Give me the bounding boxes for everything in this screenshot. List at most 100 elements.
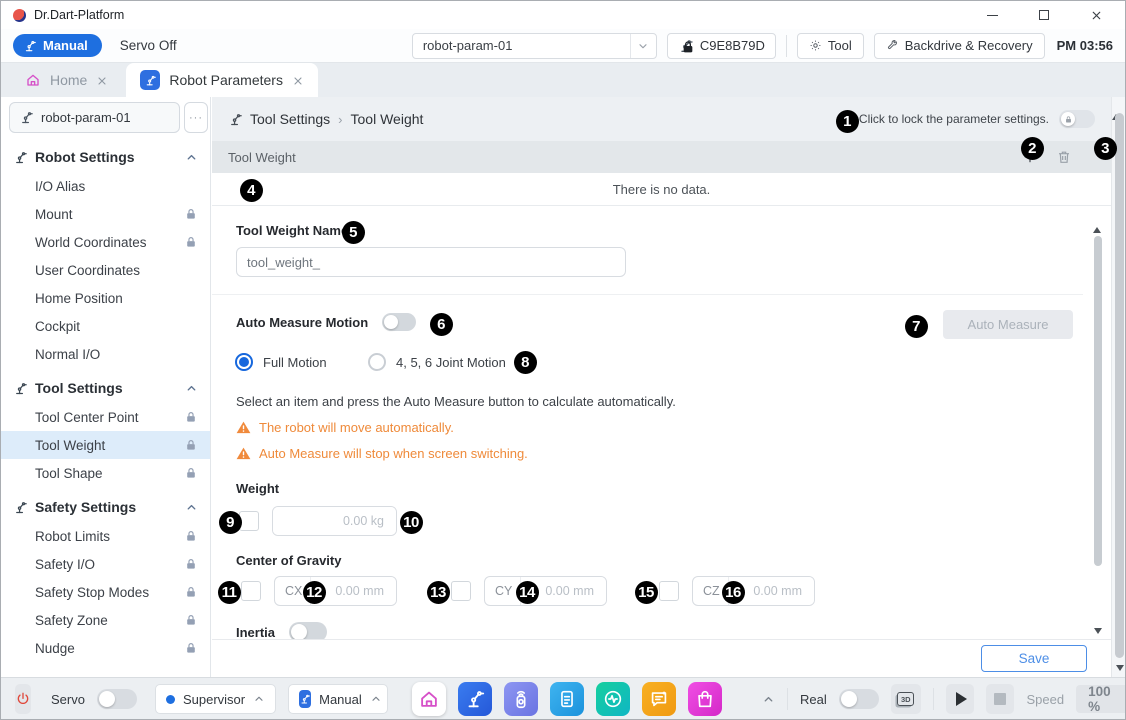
warning-text-1: The robot will move automatically.	[259, 420, 454, 435]
chevron-down-icon	[630, 34, 656, 58]
speed-value[interactable]: 100 %	[1076, 685, 1126, 713]
sidebar-item-cockpit[interactable]: Cockpit	[1, 312, 210, 340]
form-scrollbar[interactable]	[1093, 210, 1103, 634]
sidebar-param-name[interactable]: robot-param-01	[9, 102, 180, 133]
annotation-badge-14: 14	[516, 581, 539, 604]
sidebar-item-user-coordinates[interactable]: User Coordinates	[1, 256, 210, 284]
sidebar-item-robot-limits[interactable]: Robot Limits	[1, 522, 210, 550]
lock-icon	[184, 438, 198, 452]
taskbar-app-store[interactable]	[688, 682, 722, 716]
sidebar-item-safety-io[interactable]: Safety I/O	[1, 550, 210, 578]
backdrive-recovery-button[interactable]: Backdrive & Recovery	[874, 33, 1045, 59]
sidebar-item-world-coordinates[interactable]: World Coordinates	[1, 228, 210, 256]
robot-id-badge[interactable]: C9E8B79D	[667, 33, 776, 59]
taskbar-app-robot-parameters[interactable]	[458, 682, 492, 716]
robot-icon	[23, 39, 37, 53]
auto-measure-motion-toggle[interactable]	[382, 313, 416, 331]
annotation-badge-1: 1	[836, 110, 859, 133]
weight-input[interactable]	[273, 507, 396, 535]
taskbar-app-home[interactable]	[412, 682, 446, 716]
role-status-dot	[166, 695, 175, 704]
tab-robot-parameters[interactable]: Robot Parameters	[126, 63, 318, 97]
scroll-down-arrow[interactable]	[1116, 665, 1124, 671]
play-button[interactable]	[946, 684, 974, 714]
taskbar-app-monitoring[interactable]	[596, 682, 630, 716]
sidebar-more-button[interactable]: ···	[184, 102, 208, 133]
robot-parameters-icon	[140, 70, 160, 90]
divider	[786, 35, 787, 57]
manual-mode-label: Manual	[43, 38, 88, 53]
sidebar-item-normal-io[interactable]: Normal I/O	[1, 340, 210, 368]
apps-expand-chevron-icon[interactable]	[762, 693, 775, 706]
annotation-badge-6: 6	[430, 313, 453, 336]
tool-weight-name-input[interactable]	[236, 247, 626, 277]
minimize-button[interactable]	[981, 6, 1003, 24]
role-select[interactable]: Supervisor	[155, 684, 276, 714]
sidebar-item-safety-stop-modes[interactable]: Safety Stop Modes	[1, 578, 210, 606]
breadcrumb-parent[interactable]: Tool Settings	[250, 111, 330, 127]
real-sim-toggle[interactable]	[839, 689, 879, 709]
tab-robot-parameters-close-icon[interactable]	[292, 74, 304, 86]
sidebar-item-nudge[interactable]: Nudge	[1, 634, 210, 662]
weight-checkbox[interactable]	[239, 511, 259, 531]
power-button[interactable]	[15, 684, 31, 714]
tab-home[interactable]: Home	[11, 63, 122, 97]
mode-select[interactable]: Manual	[288, 684, 388, 714]
parameter-lock-toggle[interactable]	[1059, 110, 1095, 128]
annotation-badge-15: 15	[635, 581, 658, 604]
lock-hint-text: Click to lock the parameter settings.	[829, 112, 1049, 126]
auto-measure-button[interactable]: Auto Measure	[943, 310, 1073, 339]
cz-checkbox[interactable]	[659, 581, 679, 601]
chevron-up-icon	[253, 693, 265, 705]
inertia-toggle[interactable]	[289, 622, 327, 639]
sidebar-item-home-position[interactable]: Home Position	[1, 284, 210, 312]
sidebar-item-mount[interactable]: Mount	[1, 200, 210, 228]
servo-toggle[interactable]	[97, 689, 137, 709]
parameter-select[interactable]: robot-param-01	[412, 33, 657, 59]
scrollbar-thumb[interactable]	[1094, 236, 1102, 566]
annotation-badge-16: 16	[722, 581, 745, 604]
scroll-up-arrow[interactable]	[1093, 210, 1101, 233]
taskbar-app-jog[interactable]	[504, 682, 538, 716]
cx-checkbox[interactable]	[241, 581, 261, 601]
radio-full-motion[interactable]	[235, 353, 253, 371]
annotation-badge-3: 3	[1094, 137, 1117, 160]
maximize-button[interactable]	[1033, 6, 1055, 24]
warning-text-2: Auto Measure will stop when screen switc…	[259, 446, 528, 461]
sidebar-section-tool-settings[interactable]: Tool Settings	[1, 373, 210, 403]
real-label: Real	[800, 692, 827, 707]
lock-icon	[184, 557, 198, 571]
annotation-badge-11: 11	[218, 581, 241, 604]
item-label: Safety Zone	[35, 613, 108, 628]
tab-strip: Home Robot Parameters	[1, 63, 1125, 97]
stop-button[interactable]	[986, 684, 1014, 714]
delete-tool-weight-button[interactable]	[1055, 148, 1073, 166]
taskbar: Servo Supervisor Manual Real 3D	[1, 677, 1125, 720]
sidebar-item-safety-zone[interactable]: Safety Zone	[1, 606, 210, 634]
taskbar-app-message[interactable]	[642, 682, 676, 716]
item-label: Safety I/O	[35, 557, 95, 572]
tab-home-close-icon[interactable]	[96, 74, 108, 86]
tool-button[interactable]: Tool	[797, 33, 864, 59]
save-button[interactable]: Save	[981, 645, 1087, 672]
scroll-down-arrow[interactable]	[1094, 628, 1102, 634]
sidebar-item-io-alias[interactable]: I/O Alias	[1, 172, 210, 200]
sidebar-item-tool-weight[interactable]: Tool Weight	[1, 431, 210, 459]
content-area: Tool Settings › Tool Weight Click to loc…	[212, 97, 1111, 677]
app-logo-icon	[13, 9, 26, 22]
sidebar-item-tool-center-point[interactable]: Tool Center Point	[1, 403, 210, 431]
3d-view-button[interactable]: 3D	[891, 684, 921, 714]
taskbar-app-document[interactable]	[550, 682, 584, 716]
cy-checkbox[interactable]	[451, 581, 471, 601]
radio-456-joint-motion[interactable]	[368, 353, 386, 371]
manual-mode-button[interactable]: Manual	[13, 34, 102, 57]
sidebar-item-tool-shape[interactable]: Tool Shape	[1, 459, 210, 487]
page-scrollbar[interactable]	[1111, 97, 1126, 677]
radio-full-motion-label: Full Motion	[263, 355, 327, 370]
close-button[interactable]	[1085, 6, 1107, 24]
robot-icon	[228, 112, 243, 127]
sidebar-section-safety-settings[interactable]: Safety Settings	[1, 492, 210, 522]
item-label: Robot Limits	[35, 529, 110, 544]
scrollbar-thumb[interactable]	[1115, 113, 1124, 658]
sidebar-section-robot-settings[interactable]: Robot Settings	[1, 142, 210, 172]
